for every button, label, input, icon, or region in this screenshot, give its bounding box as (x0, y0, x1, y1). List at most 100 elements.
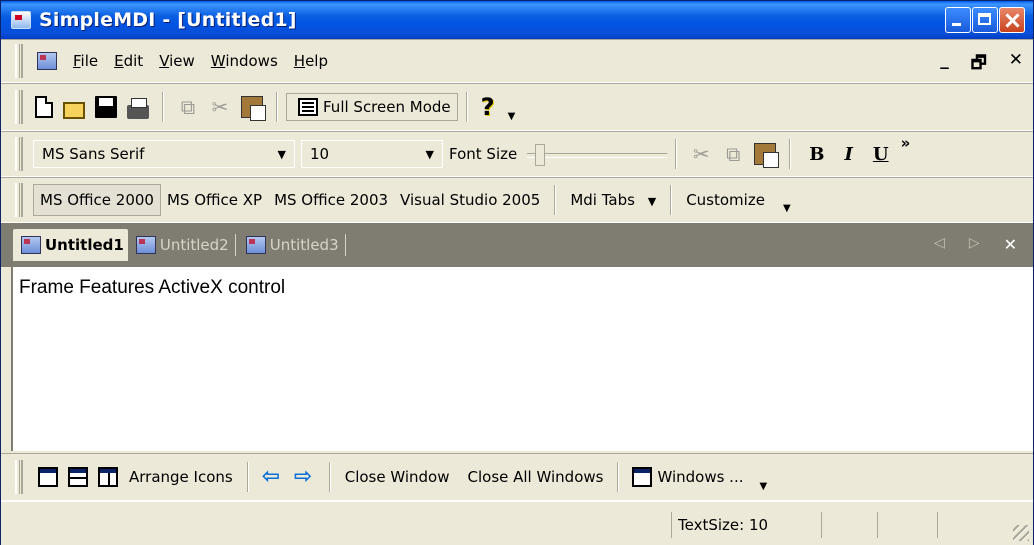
menu-view-rest: iew (169, 52, 195, 70)
separator (328, 462, 331, 492)
toolbar-options-chevron-icon[interactable]: ▼ (759, 481, 767, 492)
style-visual-studio-2005[interactable]: Visual Studio 2005 (394, 191, 546, 209)
windows-list-icon[interactable] (632, 467, 653, 487)
resize-grip-icon[interactable] (1013, 525, 1029, 541)
window-toolbar: Arrange Icons ⇦ ⇨ Close Window Close All… (1, 453, 1033, 501)
menu-help[interactable]: Help (286, 52, 336, 70)
menu-file[interactable]: File (65, 52, 106, 70)
separator (789, 139, 792, 169)
scroll-left-icon[interactable]: ◁ (934, 235, 945, 254)
status-pane-2 (821, 512, 877, 538)
open-icon[interactable] (63, 101, 85, 119)
menu-bar: File Edit View Windows Help _ 🗗 ✕ (1, 39, 1033, 83)
separator (465, 92, 468, 122)
tab-untitled1[interactable]: Untitled1 (13, 229, 128, 261)
style-ms-office-2000[interactable]: MS Office 2000 (33, 184, 161, 216)
separator (617, 462, 620, 492)
separator (246, 462, 249, 492)
full-screen-button[interactable]: Full Screen Mode (286, 93, 458, 121)
toolbar-options-chevron-icon[interactable]: ▼ (783, 203, 791, 214)
close-button[interactable] (999, 7, 1025, 33)
close-tab-icon[interactable]: ✕ (1004, 235, 1017, 254)
document-icon[interactable] (37, 52, 57, 70)
italic-button[interactable]: I (844, 144, 852, 165)
dropdown-arrow-icon[interactable]: ▼ (278, 148, 286, 161)
customize-button[interactable]: Customize (680, 191, 771, 209)
title-bar[interactable]: SimpleMDI - [Untitled1] (1, 1, 1033, 39)
menu-windows[interactable]: Windows (203, 52, 286, 70)
mdi-child-controls: _ 🗗 ✕ (940, 50, 1023, 79)
app-icon[interactable] (11, 11, 31, 29)
close-window-button[interactable]: Close Window (339, 468, 456, 486)
menu-view[interactable]: View (151, 52, 203, 70)
separator (554, 185, 557, 215)
help-icon[interactable]: ? (481, 95, 499, 119)
standard-toolbar-grip[interactable] (15, 90, 23, 124)
font-size-value: 10 (310, 145, 330, 163)
tab-label: Untitled3 (269, 236, 339, 254)
paste-icon[interactable] (241, 96, 266, 121)
window-toolbar-grip[interactable] (15, 460, 23, 494)
full-screen-icon (298, 98, 318, 116)
menu-windows-accel: W (210, 52, 226, 70)
font-size-select[interactable]: 10 ▼ (301, 140, 443, 168)
separator (162, 92, 164, 122)
mdi-minimize-button[interactable]: _ (940, 50, 949, 79)
document-icon (135, 236, 156, 254)
mdi-close-button[interactable]: ✕ (1009, 50, 1023, 79)
mdi-tabs-label: Mdi Tabs (570, 191, 635, 209)
bold-button[interactable]: B (809, 144, 824, 165)
tab-separator (344, 234, 346, 256)
font-size-slider[interactable] (527, 144, 668, 166)
underline-button[interactable]: U (873, 144, 889, 165)
style-toolbar: MS Office 2000 MS Office XP MS Office 20… (1, 177, 1033, 223)
full-screen-label: Full Screen Mode (323, 98, 451, 116)
dropdown-arrow-icon[interactable]: ▼ (426, 148, 434, 161)
format-toolbar-grip[interactable] (15, 137, 23, 171)
menubar-grip[interactable] (15, 44, 23, 78)
style-toolbar-grip[interactable] (15, 183, 23, 217)
menu-edit[interactable]: Edit (106, 52, 151, 70)
style-ms-office-xp[interactable]: MS Office XP (161, 191, 268, 209)
cascade-icon[interactable] (38, 467, 58, 487)
menu-file-accel: F (73, 52, 81, 70)
menu-view-accel: V (159, 52, 170, 70)
arrange-icons-button[interactable]: Arrange Icons (123, 468, 239, 486)
tab-untitled2[interactable]: Untitled2 (128, 229, 233, 261)
paste-icon[interactable] (754, 143, 780, 168)
tile-horizontal-icon[interactable] (68, 467, 88, 487)
tab-untitled3[interactable]: Untitled3 (238, 229, 343, 261)
toolbar-options-chevron-icon[interactable]: ▼ (508, 111, 516, 122)
copy-icon[interactable]: ⧉ (722, 143, 744, 165)
document-content[interactable]: Frame Features ActiveX control (11, 267, 1033, 451)
close-all-windows-button[interactable]: Close All Windows (462, 468, 610, 486)
menu-windows-rest: indows (225, 52, 278, 70)
copy-icon[interactable]: ⧉ (177, 96, 199, 118)
tile-vertical-icon[interactable] (98, 467, 118, 487)
format-toolbar: MS Sans Serif ▼ 10 ▼ Font Size ✂ ⧉ B I U… (1, 131, 1033, 177)
font-size-label: Font Size (449, 145, 518, 163)
menu-edit-accel: E (114, 52, 124, 70)
new-icon[interactable] (35, 96, 53, 118)
document-icon (245, 236, 266, 254)
save-icon[interactable] (95, 96, 117, 118)
previous-window-icon[interactable]: ⇦ (262, 466, 284, 488)
print-icon[interactable] (127, 98, 149, 119)
next-window-icon[interactable]: ⇨ (294, 466, 316, 488)
mdi-restore-button[interactable]: 🗗 (971, 50, 987, 79)
overflow-chevron-icon[interactable]: » (901, 134, 911, 152)
tab-label: Untitled2 (159, 236, 229, 254)
mdi-tab-strip: Untitled1 Untitled2 Untitled3 ◁ ▷ ✕ (1, 223, 1033, 267)
style-ms-office-2003[interactable]: MS Office 2003 (268, 191, 394, 209)
mdi-tabs-dropdown[interactable]: Mdi Tabs ▼ (564, 191, 662, 209)
dropdown-arrow-icon: ▼ (647, 195, 657, 208)
menu-help-rest: elp (305, 52, 328, 70)
scroll-right-icon[interactable]: ▷ (969, 235, 980, 254)
minimize-button[interactable] (945, 7, 971, 33)
windows-list-button[interactable]: Windows ... (657, 468, 743, 486)
cut-icon[interactable]: ✂ (209, 96, 231, 118)
font-name-select[interactable]: MS Sans Serif ▼ (33, 140, 295, 168)
cut-icon[interactable]: ✂ (690, 143, 712, 165)
separator (276, 92, 278, 122)
maximize-button[interactable] (972, 7, 998, 33)
